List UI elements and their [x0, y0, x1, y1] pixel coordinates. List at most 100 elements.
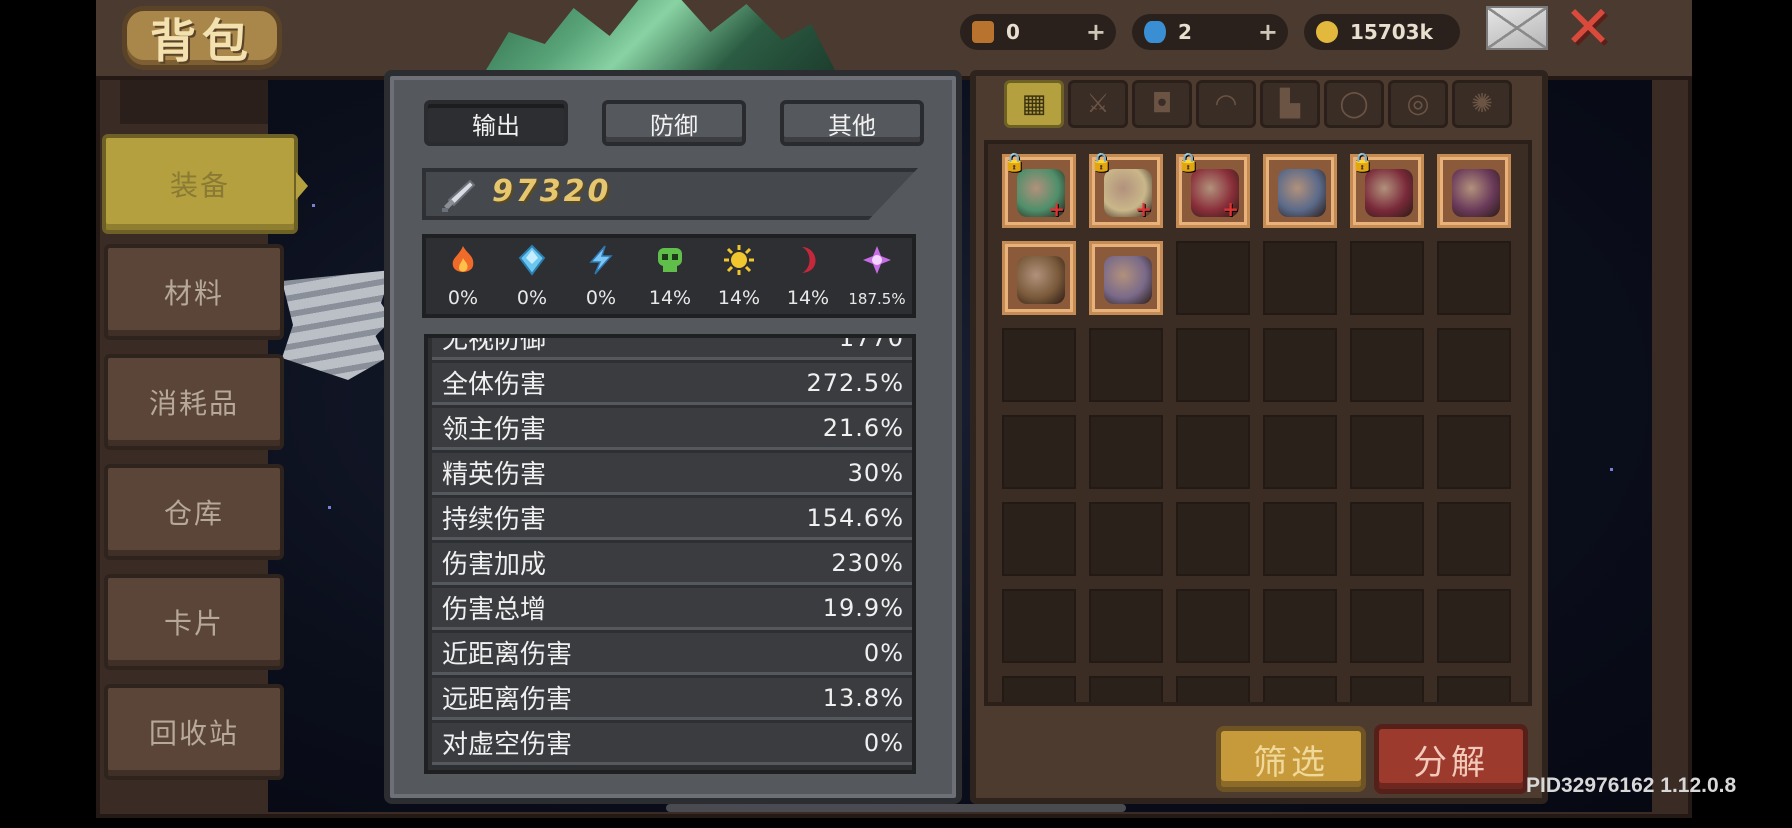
mail-icon[interactable]	[1486, 6, 1548, 50]
empty-slot[interactable]	[1002, 676, 1076, 702]
inventory-item[interactable]	[1002, 241, 1076, 315]
empty-slot[interactable]	[1176, 241, 1250, 315]
title-post	[120, 80, 268, 124]
empty-slot[interactable]	[1002, 589, 1076, 663]
empty-slot[interactable]	[1176, 415, 1250, 489]
element-void: 187.5%	[848, 244, 906, 314]
empty-slot[interactable]	[1176, 589, 1250, 663]
sidebar-item-materials[interactable]: 材料	[104, 244, 284, 340]
player-id-version: PID32976162 1.12.0.8	[1526, 774, 1737, 797]
element-value: 0%	[447, 287, 479, 309]
ice-crystal-icon	[518, 244, 546, 276]
empty-slot[interactable]	[1437, 328, 1511, 402]
empty-slot[interactable]	[1089, 415, 1163, 489]
purple-lantern-icon	[1452, 169, 1500, 217]
ring-icon[interactable]: ◎	[1388, 80, 1448, 128]
inventory-item[interactable]: 🔒	[1350, 153, 1424, 228]
element-ice: 0%	[503, 244, 561, 314]
inventory-grid[interactable]: 🔒 + 🔒 + 🔒 + 🔒	[984, 140, 1532, 706]
element-value: 0%	[585, 287, 617, 309]
empty-slot[interactable]	[1437, 502, 1511, 576]
necklace-icon[interactable]: ◯	[1324, 80, 1384, 128]
add-gem-button[interactable]: +	[1258, 18, 1278, 46]
empty-slot[interactable]	[1437, 676, 1511, 702]
empty-slot[interactable]	[1089, 328, 1163, 402]
empty-slot[interactable]	[1437, 415, 1511, 489]
stat-label: 持续伤害	[442, 505, 547, 535]
empty-slot[interactable]	[1089, 589, 1163, 663]
grid-all-icon[interactable]: ▦	[1004, 80, 1064, 128]
empty-slot[interactable]	[1350, 328, 1424, 402]
inventory-item[interactable]: 🔒 +	[1002, 153, 1076, 228]
decompose-button[interactable]: 分解	[1374, 724, 1528, 794]
gem-icon	[1144, 21, 1166, 43]
inventory-item[interactable]	[1437, 154, 1511, 228]
inventory-item[interactable]: 🔒 +	[1176, 152, 1250, 228]
star	[1610, 468, 1613, 471]
empty-slot[interactable]	[1263, 502, 1337, 576]
stat-label: 领主伤害	[442, 415, 547, 445]
empty-slot[interactable]	[1263, 415, 1337, 489]
empty-slot[interactable]	[1263, 328, 1337, 402]
boots-icon[interactable]: ▙	[1260, 80, 1320, 128]
element-value: 14%	[648, 287, 692, 309]
empty-slot[interactable]	[1089, 502, 1163, 576]
tab-defense[interactable]: 防御	[602, 100, 746, 146]
empty-slot[interactable]	[1002, 502, 1076, 576]
close-button[interactable]: ✕	[1562, 0, 1614, 56]
sidebar-item-cards[interactable]: 卡片	[104, 574, 284, 670]
empty-slot[interactable]	[1176, 676, 1250, 702]
empty-slot[interactable]	[1350, 676, 1424, 702]
empty-slot[interactable]	[1089, 676, 1163, 702]
empty-slot[interactable]	[1002, 328, 1076, 402]
stat-row: 领主伤害 21.6%	[432, 408, 912, 450]
stat-value: 272.5%	[806, 368, 904, 397]
lock-icon: 🔒	[1177, 152, 1200, 173]
tab-output[interactable]: 输出	[424, 100, 568, 146]
empty-slot[interactable]	[1350, 589, 1424, 663]
stat-row: 近距离伤害 0%	[432, 633, 912, 675]
inventory-item[interactable]	[1089, 241, 1163, 315]
torch-icon	[972, 21, 994, 43]
empty-slot[interactable]	[1263, 676, 1337, 702]
empty-slot[interactable]	[1437, 589, 1511, 663]
inventory-item[interactable]	[1263, 154, 1337, 228]
stat-value: 19.9%	[822, 593, 904, 622]
element-poison: 14%	[641, 244, 699, 314]
stat-row: 伤害加成 230%	[432, 543, 912, 585]
stat-value: 21.6%	[822, 413, 904, 442]
sidebar-item-recycle[interactable]: 回收站	[104, 684, 284, 780]
backpack-title: 背包	[122, 6, 282, 70]
filter-button[interactable]: 筛选	[1216, 726, 1366, 792]
empty-slot[interactable]	[1263, 241, 1337, 315]
stat-value: 13.8%	[822, 683, 904, 712]
bear-helmet-icon	[1017, 256, 1065, 304]
weapon-icon[interactable]: ⚔	[1068, 80, 1128, 128]
empty-slot[interactable]	[1350, 502, 1424, 576]
empty-slot[interactable]	[1002, 415, 1076, 489]
empty-slot[interactable]	[1176, 502, 1250, 576]
stat-label: 无视防御	[442, 334, 547, 355]
sword-icon	[442, 179, 476, 212]
stat-label: 伤害总增	[442, 595, 547, 625]
helmet-icon[interactable]: ◠	[1196, 80, 1256, 128]
element-lightning: 0%	[572, 244, 630, 314]
sidebar-item-consumables[interactable]: 消耗品	[104, 354, 284, 450]
add-torch-button[interactable]: +	[1086, 18, 1106, 46]
sidebar-item-equipment[interactable]: 装备	[102, 134, 308, 234]
empty-slot[interactable]	[1263, 589, 1337, 663]
upgrade-plus-icon: +	[1135, 197, 1152, 221]
element-value: 0%	[516, 287, 548, 309]
empty-slot[interactable]	[1176, 328, 1250, 402]
tab-other[interactable]: 其他	[780, 100, 924, 146]
inventory-item[interactable]: 🔒 +	[1089, 153, 1163, 228]
empty-slot[interactable]	[1350, 241, 1424, 315]
stat-row: 无视防御 1770	[432, 334, 912, 360]
armor-icon[interactable]: ◘	[1132, 80, 1192, 128]
sidebar-item-warehouse[interactable]: 仓库	[104, 464, 284, 560]
empty-slot[interactable]	[1437, 241, 1511, 315]
stats-list[interactable]: 无视防御 1770 全体伤害 272.5% 领主伤害 21.6% 精英伤害 30% 持续…	[424, 334, 916, 774]
gear-settings-icon[interactable]: ✺	[1452, 80, 1512, 128]
resource-coin: 15703k	[1304, 14, 1460, 50]
empty-slot[interactable]	[1350, 415, 1424, 489]
